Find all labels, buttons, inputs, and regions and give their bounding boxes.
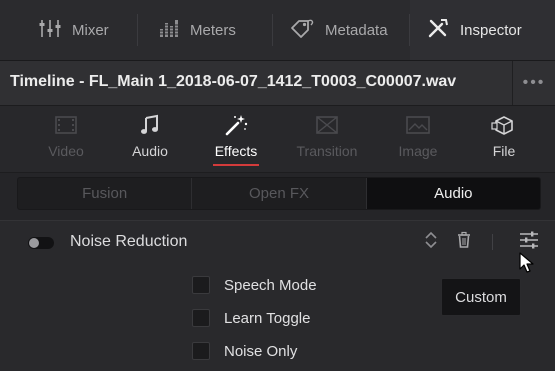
tab-mixer[interactable]: Mixer [0, 0, 138, 60]
mouse-pointer-icon [519, 252, 535, 279]
subtab-audio[interactable]: Audio [366, 178, 540, 209]
option-speech-mode: Speech Mode [192, 274, 317, 296]
mixer-faders-icon [38, 17, 62, 43]
tab-transition-label: Transition [296, 143, 358, 159]
speech-mode-checkbox[interactable] [192, 276, 210, 294]
delete-effect-button[interactable] [454, 231, 474, 254]
tab-audio[interactable]: Audio [104, 106, 196, 172]
transition-icon [315, 115, 339, 140]
tab-meters[interactable]: Meters [138, 0, 273, 60]
tab-effects-label: Effects [214, 143, 258, 159]
tab-image[interactable]: Image [372, 106, 464, 172]
noise-reduction-toggle[interactable] [28, 237, 54, 249]
learn-toggle-label: Learn Toggle [224, 309, 311, 327]
more-options-button[interactable]: ••• [512, 61, 555, 105]
magic-wand-icon [223, 113, 249, 142]
sliders-icon [519, 231, 539, 254]
tab-video-label: Video [48, 143, 84, 159]
video-icon [54, 115, 78, 140]
tab-meters-label: Meters [190, 21, 236, 39]
subtab-fusion[interactable]: Fusion [18, 178, 193, 209]
music-note-icon [139, 114, 161, 141]
speech-mode-label: Speech Mode [224, 276, 317, 294]
active-tab-underline [213, 164, 259, 166]
tab-video[interactable]: Video [20, 106, 112, 172]
tab-file-label: File [492, 143, 516, 159]
inspector-wand-icon [426, 17, 450, 43]
reorder-button[interactable] [421, 230, 441, 255]
tab-image-label: Image [398, 143, 438, 159]
subtab-open-fx[interactable]: Open FX [192, 178, 367, 209]
tab-audio-label: Audio [132, 143, 168, 159]
meters-icon [158, 17, 180, 43]
tab-file[interactable]: File [458, 106, 550, 172]
option-noise-only: Noise Only [192, 340, 297, 362]
tab-metadata-label: Metadata [325, 21, 388, 39]
option-learn-toggle: Learn Toggle [192, 307, 310, 329]
metadata-tag-icon [289, 17, 315, 43]
effects-source-switch: Fusion Open FX Audio [17, 177, 541, 210]
panel-tab-bar: Mixer Meters Metadata Inspector [0, 0, 555, 61]
more-dots-icon: ••• [522, 74, 546, 91]
inspector-category-tabs: Video Audio Effects Transition Image Fil… [0, 106, 555, 173]
tab-mixer-label: Mixer [72, 21, 109, 39]
tab-inspector[interactable]: Inspector [410, 0, 555, 60]
trash-icon [456, 231, 472, 254]
image-icon [405, 115, 431, 140]
toggle-knob [29, 238, 39, 248]
header-divider [492, 234, 493, 250]
tab-metadata[interactable]: Metadata [273, 0, 410, 60]
learn-toggle-checkbox[interactable] [192, 309, 210, 327]
tab-effects[interactable]: Effects [190, 106, 282, 172]
noise-only-label: Noise Only [224, 342, 298, 360]
noise-only-checkbox[interactable] [192, 342, 210, 360]
tab-inspector-label: Inspector [460, 21, 522, 39]
clip-title: Timeline - FL_Main 1_2018-06-07_1412_T00… [10, 73, 457, 90]
inspector-header: Timeline - FL_Main 1_2018-06-07_1412_T00… [0, 61, 555, 106]
custom-tooltip: Custom [441, 278, 521, 316]
custom-settings-button[interactable] [519, 231, 539, 254]
chevron-up-down-icon [424, 230, 438, 255]
effect-name: Noise Reduction [70, 233, 188, 250]
tab-transition[interactable]: Transition [281, 106, 373, 172]
file-cube-icon [491, 114, 517, 141]
